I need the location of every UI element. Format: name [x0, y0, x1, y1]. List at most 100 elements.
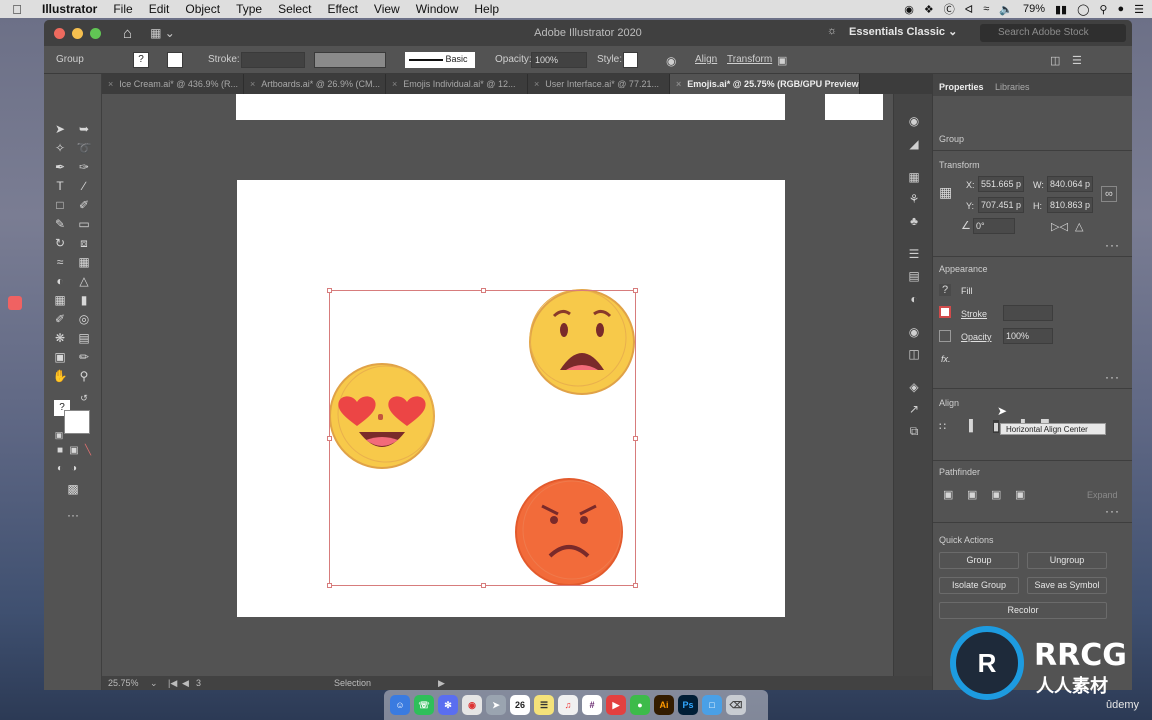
free-transform-tool-icon[interactable]: ▦ — [74, 253, 94, 271]
skype-icon[interactable]: Ⓒ — [944, 1, 955, 17]
menu-app-illustrator[interactable]: Illustrator — [34, 2, 105, 16]
stroke-weight-field[interactable] — [1003, 305, 1053, 321]
hand-tool-icon[interactable]: ✋ — [50, 367, 70, 385]
transform-link[interactable]: Transform — [727, 54, 772, 65]
cleanmymac-icon[interactable]: ▶ — [606, 695, 626, 715]
resize-handle[interactable] — [481, 288, 486, 293]
edit-toolbar-icon[interactable]: ··· — [60, 506, 86, 524]
launchpad-icon[interactable]: ➤ — [486, 695, 506, 715]
close-tab-icon[interactable]: × — [250, 79, 255, 89]
close-tab-icon[interactable]: × — [676, 79, 681, 89]
resize-handle[interactable] — [327, 288, 332, 293]
layers-panel-icon[interactable]: ◈ — [906, 380, 922, 394]
artboard-tool-icon[interactable]: ▣ — [50, 348, 70, 366]
align-to-icon[interactable]: ∷ — [939, 420, 946, 433]
horizontal-align-center-icon[interactable]: ▮ — [993, 420, 1000, 433]
opacity-field[interactable]: 100% — [531, 52, 587, 68]
recolor-button[interactable]: Recolor — [939, 602, 1107, 619]
canvas-area[interactable] — [102, 94, 893, 676]
transparency-panel-icon[interactable]: ◐ — [906, 292, 922, 306]
rectangle-tool-icon[interactable]: □ — [50, 196, 70, 214]
swap-fill-stroke-icon[interactable]: ↺ — [74, 389, 94, 407]
column-graph-tool-icon[interactable]: ▤ — [74, 329, 94, 347]
menu-type[interactable]: Type — [228, 2, 270, 16]
zoom-tool-icon[interactable]: ⚲ — [74, 367, 94, 385]
more-options-icon[interactable]: ··· — [1105, 370, 1120, 384]
wifi-icon[interactable]: ≈ — [983, 3, 989, 15]
paintbrush-tool-icon[interactable]: ✐ — [74, 196, 94, 214]
libraries-icon[interactable]: ▦ — [906, 170, 922, 184]
width-tool-icon[interactable]: ≈ — [50, 253, 70, 271]
scale-tool-icon[interactable]: ⧈ — [74, 234, 94, 252]
none-mode-icon[interactable]: ╲ — [78, 442, 98, 460]
stroke-swatch[interactable] — [167, 52, 183, 68]
screen-mode-icon[interactable]: ▩ — [60, 480, 86, 498]
trash-icon[interactable]: ⌫ — [726, 695, 746, 715]
properties-icon[interactable]: ◢ — [906, 137, 922, 151]
direct-selection-tool-icon[interactable]: ➥ — [74, 120, 94, 138]
bluetooth-icon[interactable]: ᐊ — [965, 3, 973, 16]
unite-icon[interactable]: ▣ — [943, 488, 953, 501]
zoom-level-field[interactable]: 25.75% — [108, 678, 139, 688]
graphic-styles-icon[interactable]: ◫ — [906, 347, 922, 361]
w-field[interactable]: 840.064 p — [1047, 176, 1093, 192]
variable-width-profile[interactable] — [314, 52, 386, 68]
stroke-weight-field[interactable] — [241, 52, 305, 68]
zoom-dropdown-icon[interactable]: ⌄ — [150, 678, 158, 689]
safari-icon[interactable]: ✻ — [438, 695, 458, 715]
battery-icon[interactable]: ▮▮ — [1055, 3, 1067, 16]
h-field[interactable]: 810.863 p — [1047, 197, 1093, 213]
menu-select[interactable]: Select — [270, 2, 319, 16]
selection-tool-icon[interactable]: ➤ — [50, 120, 70, 138]
align-link[interactable]: Align — [695, 54, 717, 65]
photoshop-dock-icon[interactable]: Ps — [678, 695, 698, 715]
fill-swatch[interactable]: ? — [133, 52, 149, 68]
constrain-proportions-icon[interactable]: ∞ — [1101, 186, 1117, 202]
resize-handle[interactable] — [633, 583, 638, 588]
opacity-field[interactable]: 100% — [1003, 328, 1053, 344]
menu-view[interactable]: View — [366, 2, 408, 16]
resize-handle[interactable] — [327, 583, 332, 588]
gradient-panel-icon[interactable]: ▤ — [906, 269, 922, 283]
slack-icon[interactable]: # — [582, 695, 602, 715]
volume-icon[interactable]: 🔈 — [999, 3, 1013, 16]
fill-question-icon[interactable]: ? — [939, 284, 951, 296]
tab-ice-cream[interactable]: × Ice Cream.ai* @ 436.9% (R... — [102, 74, 244, 94]
exclude-icon[interactable]: ▣ — [1015, 488, 1025, 501]
fill-label[interactable]: Fill — [961, 286, 973, 296]
pen-tool-icon[interactable]: ✒ — [50, 158, 70, 176]
menu-edit[interactable]: Edit — [141, 2, 178, 16]
tab-properties[interactable]: Properties — [939, 82, 984, 92]
symbol-sprayer-tool-icon[interactable]: ❋ — [50, 329, 70, 347]
expand-label[interactable]: Expand — [1087, 490, 1118, 500]
menu-object[interactable]: Object — [177, 2, 228, 16]
stroke-panel-icon[interactable]: ☰ — [906, 247, 922, 261]
fx-icon[interactable]: fx. — [941, 354, 951, 364]
close-window-button[interactable] — [54, 27, 65, 39]
y-field[interactable]: 707.451 p — [978, 197, 1024, 213]
gradient-tool-icon[interactable]: ▮ — [74, 291, 94, 309]
zoom-window-button[interactable] — [90, 27, 101, 39]
group-button[interactable]: Group — [939, 552, 1019, 569]
intersect-icon[interactable]: ▣ — [991, 488, 1001, 501]
lightbulb-icon[interactable]: ☼ — [827, 25, 837, 37]
flip-horizontal-icon[interactable]: ▷◁ — [1051, 220, 1068, 233]
tab-artboards[interactable]: × Artboards.ai* @ 26.9% (CM... — [244, 74, 386, 94]
more-options-icon[interactable]: ··· — [1105, 238, 1120, 252]
lasso-tool-icon[interactable]: ➰ — [74, 139, 94, 157]
workspace-switcher[interactable]: Essentials Classic ⌄ — [849, 25, 957, 38]
clubs-icon[interactable]: ♣ — [906, 214, 922, 228]
notification-center-icon[interactable]: ☰ — [1134, 3, 1144, 16]
eraser-tool-icon[interactable]: ▭ — [74, 215, 94, 233]
dropbox-icon[interactable]: ❖ — [924, 3, 934, 16]
assets-icon[interactable]: ◉ — [906, 114, 922, 128]
artboards-panel-icon[interactable]: ⧉ — [906, 424, 922, 438]
minimize-window-button[interactable] — [72, 27, 83, 39]
close-tab-icon[interactable]: × — [534, 79, 539, 89]
mesh-tool-icon[interactable]: ▦ — [50, 291, 70, 309]
music-icon[interactable]: ♫ — [558, 695, 578, 715]
creative-cloud-icon[interactable]: ◉ — [904, 3, 914, 16]
close-tab-icon[interactable]: × — [108, 79, 113, 89]
adobe-stock-search-input[interactable]: Search Adobe Stock — [980, 24, 1126, 42]
type-tool-icon[interactable]: T — [50, 177, 70, 195]
